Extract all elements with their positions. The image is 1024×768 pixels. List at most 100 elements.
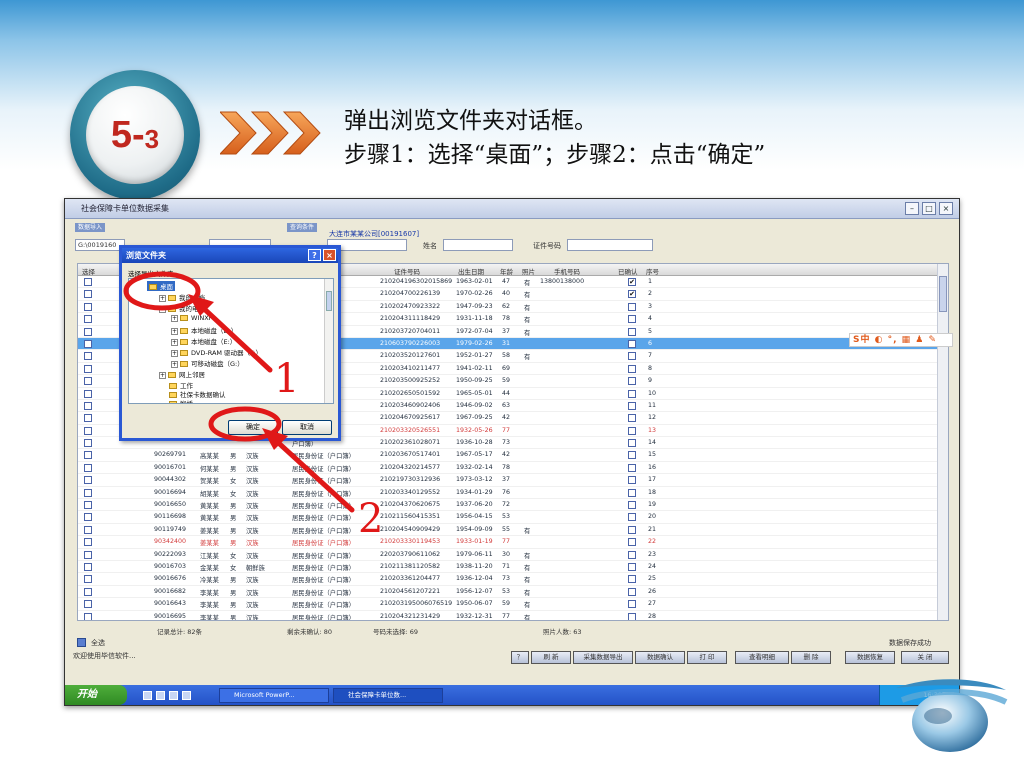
taskbar-powerpoint[interactable]: Microsoft PowerP... (219, 687, 329, 703)
tree-item-removable[interactable]: + 可移动磁盘（G:） (171, 358, 244, 368)
row-select-checkbox[interactable] (84, 587, 92, 596)
row-confirmed-checkbox[interactable] (628, 401, 636, 410)
table-row[interactable]: 90269791 高某某 男 汉族 居民身份证（户口簿） 210203670517401 1… (78, 449, 948, 462)
row-select-checkbox[interactable] (84, 352, 92, 361)
row-select-checkbox[interactable] (84, 612, 92, 620)
row-select-checkbox[interactable] (84, 463, 92, 472)
table-row[interactable]: 90044302 贺某某 女 汉族 居民身份证（户口簿） 210219730312936 1… (78, 474, 948, 487)
row-select-checkbox[interactable] (84, 315, 92, 324)
row-select-checkbox[interactable] (84, 426, 92, 435)
row-select-checkbox[interactable] (84, 550, 92, 559)
row-confirmed-checkbox[interactable] (628, 389, 636, 398)
name-field[interactable] (443, 239, 513, 251)
row-confirmed-checkbox[interactable]: ✔ (628, 290, 636, 299)
row-confirmed-checkbox[interactable] (628, 451, 636, 460)
table-row[interactable]: 90016695 李某某 男 汉族 居民身份证（户口簿） 210204321231429 1… (78, 611, 948, 620)
confirm-data-button[interactable]: 数据确认 (635, 651, 685, 664)
row-select-checkbox[interactable] (84, 562, 92, 571)
row-select-checkbox[interactable] (84, 364, 92, 373)
close-icon[interactable]: × (323, 249, 336, 261)
ok-button[interactable]: 确定 (228, 420, 278, 435)
row-select-checkbox[interactable] (84, 575, 92, 584)
table-row[interactable]: 90016650 黄某某 男 汉族 居民身份证（户口簿） 210204370620675 1… (78, 499, 948, 512)
row-select-checkbox[interactable] (84, 401, 92, 410)
row-select-checkbox[interactable] (84, 501, 92, 510)
tree-item-drive-e[interactable]: + 本地磁盘（E:） (171, 336, 236, 346)
table-row[interactable]: 90016676 冷某某 男 汉族 居民身份证（户口簿） 210203361204477 1… (78, 573, 948, 586)
tree-item-houqiao[interactable]: 猴桥 (169, 398, 193, 403)
table-row[interactable]: 90016701 何某某 男 汉族 居民身份证（户口簿） 210204320214577 1… (78, 462, 948, 475)
table-row[interactable]: 90016694 胡某某 女 汉族 居民身份证（户口簿） 210203340129552 1… (78, 487, 948, 500)
help-button[interactable]: ？ (511, 651, 529, 664)
cancel-button[interactable]: 取消 (282, 420, 332, 435)
row-confirmed-checkbox[interactable] (628, 550, 636, 559)
row-confirmed-checkbox[interactable] (628, 414, 636, 423)
quicklaunch-icon[interactable] (143, 690, 152, 700)
quicklaunch-icon[interactable] (156, 690, 165, 700)
table-row[interactable]: 90119749 姜某某 男 汉族 居民身份证（户口簿） 210204540909429 1… (78, 524, 948, 537)
export-button[interactable]: 采集数据导出 (573, 651, 633, 664)
row-confirmed-checkbox[interactable] (628, 538, 636, 547)
table-row[interactable]: 90222093 江某某 女 汉族 居民身份证（户口簿） 220203790611062 1… (78, 549, 948, 561)
row-select-checkbox[interactable] (84, 476, 92, 485)
tree-item-drive-d[interactable]: + 本地磁盘（D:） (171, 325, 237, 335)
row-select-checkbox[interactable] (84, 327, 92, 336)
taskbar-social-security-app[interactable]: 社会保障卡单位数... (333, 687, 443, 703)
row-select-checkbox[interactable] (84, 377, 92, 386)
print-button[interactable]: 打 印 (687, 651, 727, 664)
tree-item-drive-c[interactable]: + WINXP (171, 314, 213, 322)
row-select-checkbox[interactable] (84, 290, 92, 299)
row-select-checkbox[interactable] (84, 600, 92, 609)
refresh-button[interactable]: 刷 新 (531, 651, 571, 664)
row-confirmed-checkbox[interactable] (628, 463, 636, 472)
row-confirmed-checkbox[interactable] (628, 302, 636, 311)
table-row[interactable]: 90016682 李某某 男 汉族 居民身份证（户口簿） 210204561207221 1… (78, 586, 948, 599)
row-confirmed-checkbox[interactable] (628, 501, 636, 510)
tree-item-my-computer[interactable]: − 我的电脑 (159, 303, 205, 313)
row-confirmed-checkbox[interactable] (628, 426, 636, 435)
row-confirmed-checkbox[interactable] (628, 488, 636, 497)
row-confirmed-checkbox[interactable] (628, 315, 636, 324)
table-row[interactable]: 90016643 李某某 男 汉族 居民身份证（户口簿） 2102031950060765… (78, 598, 948, 611)
row-confirmed-checkbox[interactable] (628, 476, 636, 485)
row-select-checkbox[interactable] (84, 513, 92, 522)
close-icon[interactable]: × (939, 202, 953, 215)
row-confirmed-checkbox[interactable] (628, 439, 636, 448)
row-select-checkbox[interactable] (84, 451, 92, 460)
table-scrollbar[interactable] (937, 264, 948, 620)
delete-button[interactable]: 删 除 (791, 651, 831, 664)
row-confirmed-checkbox[interactable] (628, 339, 636, 348)
row-confirmed-checkbox[interactable] (628, 612, 636, 620)
row-confirmed-checkbox[interactable] (628, 377, 636, 386)
row-confirmed-checkbox[interactable] (628, 600, 636, 609)
row-select-checkbox[interactable] (84, 525, 92, 534)
row-select-checkbox[interactable] (84, 488, 92, 497)
row-confirmed-checkbox[interactable] (628, 327, 636, 336)
row-confirmed-checkbox[interactable] (628, 562, 636, 571)
tree-item-dvd[interactable]: + DVD-RAM 驱动器（F:） (171, 347, 262, 357)
row-select-checkbox[interactable] (84, 538, 92, 547)
row-confirmed-checkbox[interactable]: ✔ (628, 278, 636, 286)
select-all-checkbox[interactable] (77, 638, 86, 647)
ime-toolbar[interactable]: S中 ◐ °, ▦ ♟ ✎ (849, 333, 953, 347)
row-select-checkbox[interactable] (84, 439, 92, 448)
quicklaunch-icon[interactable] (169, 690, 178, 700)
row-confirmed-checkbox[interactable] (628, 364, 636, 373)
minimize-icon[interactable]: – (905, 202, 919, 215)
tree-item-network[interactable]: + 网上邻居 (159, 369, 205, 379)
table-row[interactable]: 90016703 金某某 女 朝鲜族 居民身份证（户口簿） 210211381120582… (78, 561, 948, 574)
tree-item-desktop[interactable]: 桌面 (147, 281, 175, 291)
row-confirmed-checkbox[interactable] (628, 575, 636, 584)
row-confirmed-checkbox[interactable] (628, 525, 636, 534)
row-select-checkbox[interactable] (84, 414, 92, 423)
row-confirmed-checkbox[interactable] (628, 587, 636, 596)
id-field[interactable] (567, 239, 653, 251)
import-path-field[interactable]: G:\0019160 (75, 239, 125, 251)
tree-item-my-documents[interactable]: + 我的文档 (159, 292, 205, 302)
start-button[interactable]: 开始 (65, 685, 127, 705)
row-confirmed-checkbox[interactable] (628, 513, 636, 522)
view-detail-button[interactable]: 查看明细 (735, 651, 789, 664)
quicklaunch-icon[interactable] (182, 690, 191, 700)
table-row[interactable]: 90342400 姜某某 男 汉族 居民身份证（户口簿） 210203330119453 1… (78, 536, 948, 549)
table-row[interactable]: 90116698 黄某某 男 汉族 居民身份证（户口簿） 210211560415351 1… (78, 511, 948, 524)
